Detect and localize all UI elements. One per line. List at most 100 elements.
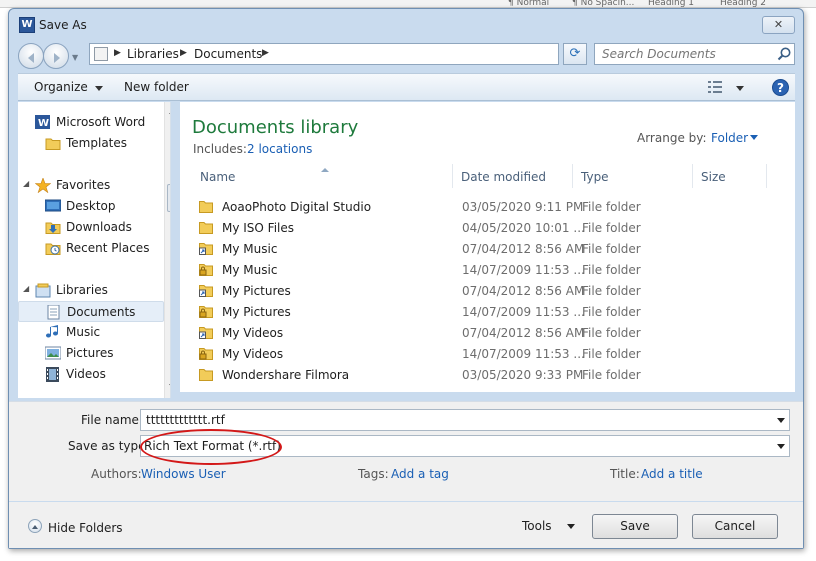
shortcut-icon <box>199 243 213 255</box>
nav-item-label: Libraries <box>56 283 108 297</box>
address-bar[interactable]: ▶ Libraries ▶ Documents ▶ ▼ <box>89 43 634 65</box>
close-button[interactable]: ✕ <box>762 16 795 34</box>
file-name: My Videos <box>222 326 284 340</box>
window-title: Save As <box>39 18 87 32</box>
shortcut-icon <box>199 327 213 339</box>
view-options-caret-icon[interactable] <box>736 86 744 95</box>
command-toolbar: Organize New folder ? <box>18 73 795 101</box>
recent-places-icon <box>45 243 61 255</box>
cancel-button[interactable]: Cancel <box>692 514 778 539</box>
file-row[interactable]: My Videos 14/07/2009 11:53 ... File fold… <box>180 344 780 365</box>
breadcrumb-documents[interactable]: Documents <box>194 47 262 61</box>
lock-icon <box>199 306 213 318</box>
nav-item-documents[interactable]: Documents <box>18 301 164 322</box>
lock-icon <box>199 264 213 276</box>
arrange-caret-icon[interactable] <box>750 135 758 144</box>
scroll-up-icon[interactable] <box>169 105 170 114</box>
navigation-pane: W Microsoft Word Templates ◢ Favorites D… <box>18 102 171 398</box>
file-list-pane: Documents library Includes: 2 locations … <box>180 102 795 392</box>
save-as-dialog: W Save As ✕ ▼ ▶ Libraries ▶ Documents ▶ … <box>8 8 804 549</box>
file-row[interactable]: My Videos 07/04/2012 8:56 AM File folder <box>180 323 780 344</box>
nav-item-music[interactable]: Music <box>18 322 164 343</box>
collapse-arrow-icon[interactable]: ◢ <box>23 179 29 188</box>
change-view-icon[interactable] <box>708 81 722 93</box>
nav-item-label: Templates <box>66 136 128 150</box>
nav-item-label: Documents <box>67 305 136 319</box>
tools-caret-icon[interactable] <box>567 524 575 533</box>
scroll-down-icon[interactable] <box>169 384 170 393</box>
pictures-icon <box>45 346 61 360</box>
nav-item-pictures[interactable]: Pictures <box>18 343 164 364</box>
nav-scrollbar[interactable] <box>164 102 170 398</box>
file-name-value[interactable]: ttttttttttttt.rtf <box>146 413 225 427</box>
nav-item-favorites[interactable]: ◢ Favorites <box>18 175 164 196</box>
authors-value[interactable]: Windows User <box>141 467 226 481</box>
save-as-type-select[interactable]: Rich Text Format (*.rtf) <box>140 435 790 457</box>
nav-item-label: Favorites <box>56 178 111 192</box>
nav-item-templates[interactable]: Templates <box>18 133 164 154</box>
forward-button[interactable] <box>43 43 69 69</box>
desktop-icon <box>45 199 61 212</box>
dialog-footer: Hide Folders Tools Save Cancel <box>9 502 803 548</box>
title-bar: W Save As ✕ <box>9 9 803 41</box>
ribbon-style-heading-1: Heading 1 <box>648 0 695 8</box>
nav-item-libraries[interactable]: ◢ Libraries <box>18 280 164 301</box>
nav-item-label: Videos <box>66 367 106 381</box>
new-folder-button[interactable]: New folder <box>124 80 189 94</box>
file-type: File folder <box>582 305 641 319</box>
file-name: My ISO Files <box>222 221 295 235</box>
refresh-button[interactable]: ⟳ <box>563 43 587 65</box>
libraries-icon <box>35 283 51 298</box>
breadcrumb-separator-icon[interactable]: ▶ <box>262 48 269 58</box>
tools-menu[interactable]: Tools <box>522 519 552 533</box>
back-button[interactable] <box>18 43 44 69</box>
file-name: AoaoPhoto Digital Studio <box>222 200 372 214</box>
file-row[interactable]: My Music 14/07/2009 11:53 ... File folde… <box>180 260 780 281</box>
search-box[interactable] <box>594 43 795 65</box>
collapse-arrow-icon[interactable]: ◢ <box>23 284 29 293</box>
star-icon <box>35 178 51 193</box>
file-name-field[interactable]: ttttttttttttt.rtf <box>140 409 790 431</box>
organize-menu[interactable]: Organize <box>34 80 88 94</box>
file-date: 07/04/2012 8:56 AM <box>462 284 585 298</box>
file-row[interactable]: My Pictures 07/04/2012 8:56 AM File fold… <box>180 281 780 302</box>
recent-pages-dropdown-icon[interactable]: ▼ <box>72 53 78 62</box>
folder-icon <box>199 201 213 213</box>
breadcrumb-separator-icon[interactable]: ▶ <box>180 48 187 58</box>
file-name: My Videos <box>222 347 284 361</box>
word-app-icon: W <box>19 17 35 33</box>
nav-item-microsoft-word[interactable]: W Microsoft Word <box>18 112 164 133</box>
save-as-type-label: Save as type: <box>68 439 150 453</box>
save-button[interactable]: Save <box>592 514 678 539</box>
add-tag-link[interactable]: Add a tag <box>391 467 449 481</box>
breadcrumb-separator-icon[interactable]: ▶ <box>114 48 121 58</box>
locations-link[interactable]: 2 locations <box>247 142 312 156</box>
column-header-type[interactable]: Type <box>573 164 693 188</box>
background-ribbon: ¶ Normal ¶ No Spacin... Heading 1 Headin… <box>0 0 816 8</box>
organize-caret-icon[interactable] <box>95 86 103 95</box>
add-title-link[interactable]: Add a title <box>641 467 703 481</box>
scroll-thumb[interactable] <box>167 184 170 212</box>
search-input[interactable] <box>595 44 773 64</box>
nav-item-videos[interactable]: Videos <box>18 364 164 385</box>
breadcrumb-libraries[interactable]: Libraries <box>127 47 179 61</box>
file-name-dropdown-icon[interactable] <box>777 418 785 427</box>
column-header-name[interactable]: Name <box>192 164 453 188</box>
search-icon[interactable] <box>776 46 792 62</box>
column-header-date-modified[interactable]: Date modified <box>453 164 573 188</box>
nav-item-desktop[interactable]: Desktop <box>18 196 164 217</box>
file-row[interactable]: AoaoPhoto Digital Studio 03/05/2020 9:11… <box>180 197 780 218</box>
save-as-type-dropdown-icon[interactable] <box>777 444 785 453</box>
column-header-size[interactable]: Size <box>693 164 767 188</box>
file-row[interactable]: My Music 07/04/2012 8:56 AM File folder <box>180 239 780 260</box>
file-row[interactable]: My ISO Files 04/05/2020 10:01 ... File f… <box>180 218 780 239</box>
file-row[interactable]: My Pictures 14/07/2009 11:53 ... File fo… <box>180 302 780 323</box>
help-icon[interactable]: ? <box>772 79 789 96</box>
save-as-type-value[interactable]: Rich Text Format (*.rtf) <box>144 439 281 453</box>
arrange-by-dropdown[interactable]: Folder <box>711 131 748 145</box>
hide-folders-icon[interactable] <box>28 519 42 533</box>
nav-item-recent-places[interactable]: Recent Places <box>18 238 164 259</box>
file-row[interactable]: Wondershare Filmora 03/05/2020 9:33 PM F… <box>180 365 780 386</box>
nav-item-downloads[interactable]: Downloads <box>18 217 164 238</box>
hide-folders-button[interactable]: Hide Folders <box>48 521 123 535</box>
